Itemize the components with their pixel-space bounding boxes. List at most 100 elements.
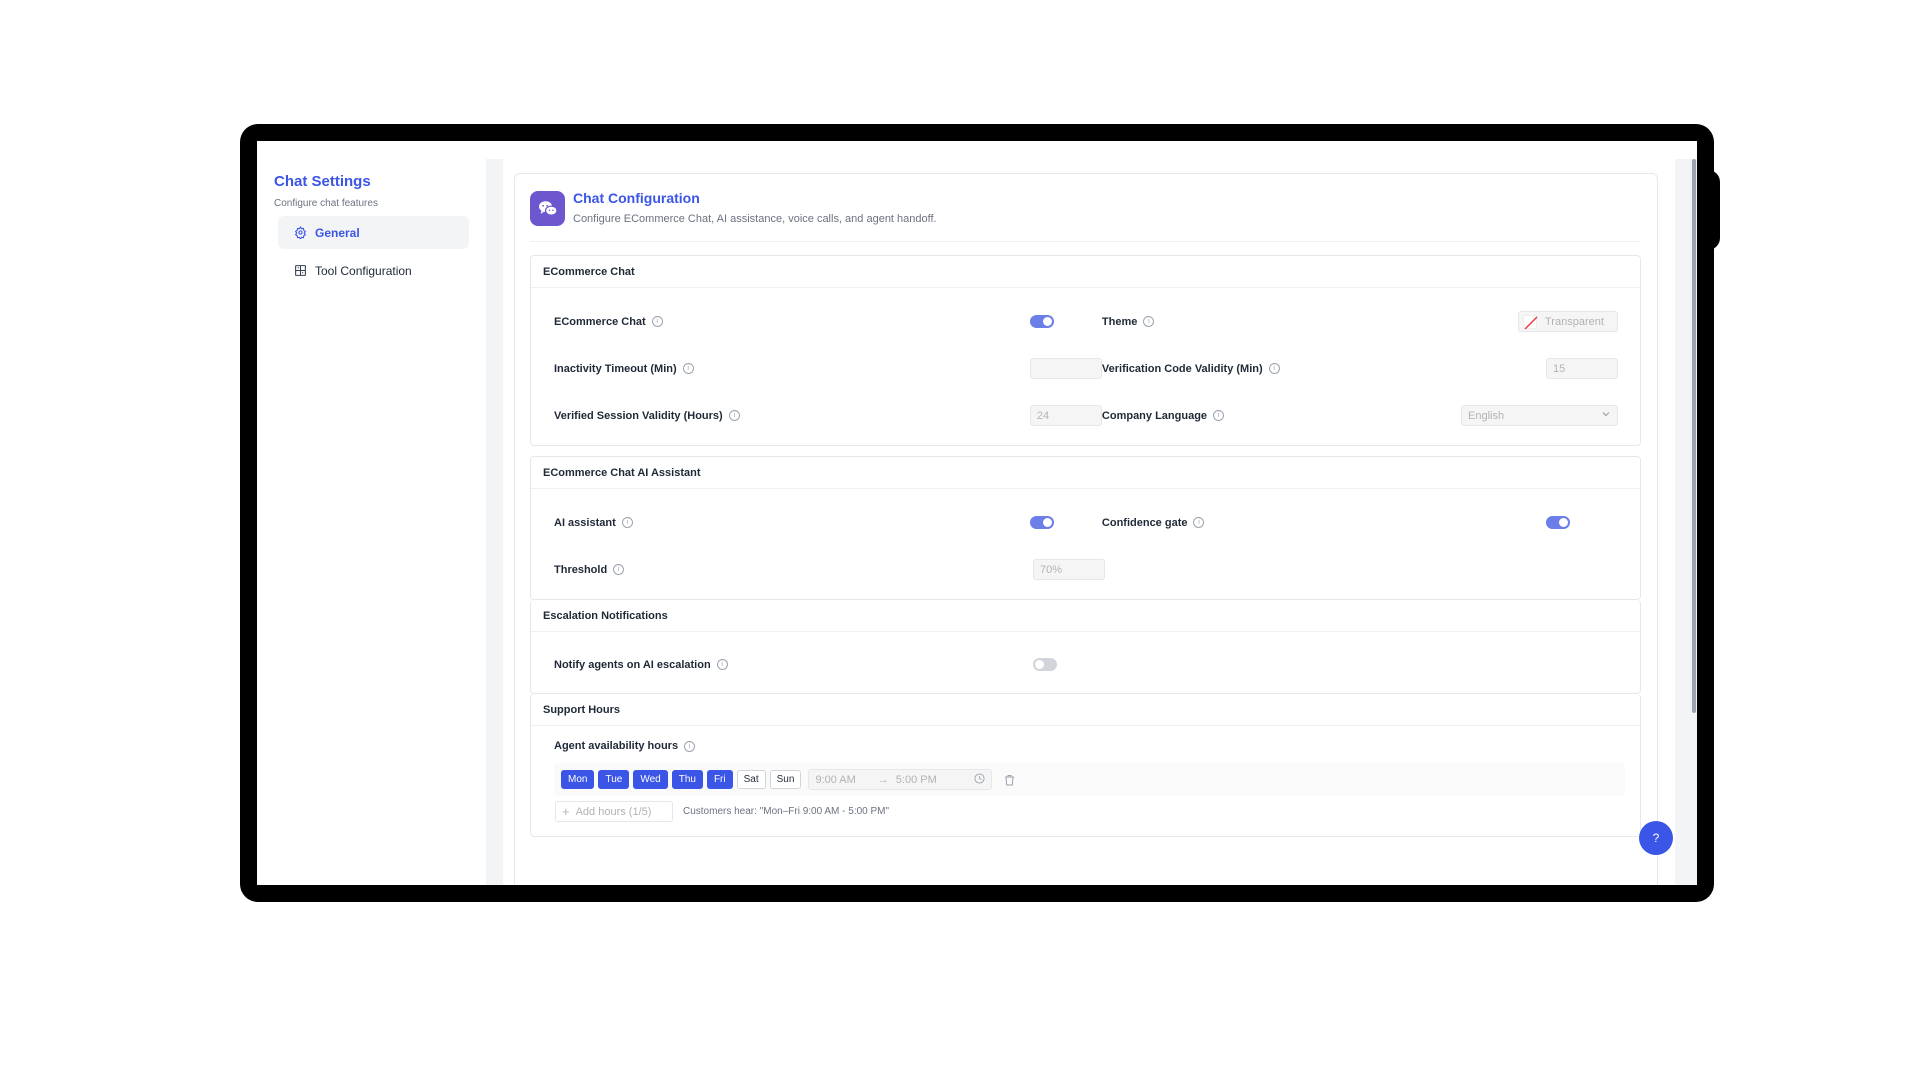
section-heading: Escalation Notifications	[531, 600, 1640, 632]
page-subtitle: Configure ECommerce Chat, AI assistance,…	[573, 213, 937, 225]
day-toggle-fri[interactable]: Fri	[706, 770, 733, 789]
setting-label: Company Language	[1101, 409, 1208, 422]
time-range-picker[interactable]: 9:00 AM → 5:00 PM	[808, 769, 993, 790]
section-heading: Support Hours	[531, 694, 1640, 726]
section-body: Agent availability hours i Mon Tue Wed Th…	[531, 726, 1640, 836]
info-icon[interactable]: i	[621, 517, 633, 528]
ecommerce-chat-toggle[interactable]	[1029, 315, 1054, 328]
sidebar-item-tool-configuration[interactable]: Tool Configuration	[278, 254, 469, 287]
app-screen: Chat Settings Configure chat features Ge…	[257, 141, 1697, 885]
trash-icon[interactable]	[1004, 774, 1015, 786]
settings-row: Verified Session Validity (Hours) i 24 Co…	[554, 392, 1618, 439]
setting-threshold: Threshold i 70%	[554, 559, 1105, 580]
end-time: 5:00 PM	[895, 773, 937, 786]
sidebar: Chat Settings Configure chat features Ge…	[257, 141, 486, 885]
settings-row: Notify agents on AI escalation i	[554, 642, 1618, 687]
day-toggle-wed[interactable]: Wed	[633, 770, 668, 789]
sidebar-item-label: General	[315, 225, 360, 240]
device-side-button	[1700, 170, 1720, 250]
chat-bubbles-icon	[530, 191, 565, 226]
settings-row: ECommerce Chat i Theme i Transparent	[554, 298, 1618, 345]
setting-label: ECommerce Chat	[554, 315, 646, 328]
clock-icon	[974, 772, 985, 787]
theme-value: Transparent	[1545, 315, 1604, 328]
setting-theme: Theme i Transparent	[1102, 311, 1618, 332]
gear-icon	[294, 226, 307, 239]
add-hours-row: + Add hours (1/5) Customers hear: "Mon–F…	[554, 801, 1618, 822]
section-heading: ECommerce Chat AI Assistant	[531, 457, 1640, 489]
setting-label: Verification Code Validity (Min)	[1101, 362, 1263, 375]
day-toggle-sun[interactable]: Sun	[769, 770, 802, 789]
verification-code-validity-input[interactable]: 15	[1546, 358, 1618, 379]
day-toggle-sat[interactable]: Sat	[736, 770, 766, 789]
grid-icon	[294, 264, 307, 277]
info-icon[interactable]: i	[716, 659, 728, 670]
setting-label: Notify agents on AI escalation	[554, 658, 711, 671]
start-time: 9:00 AM	[815, 773, 856, 786]
hours-slot-row: Mon Tue Wed Thu Fri Sat Sun 9:00 AM → 5:…	[554, 763, 1625, 796]
arrow-right-icon: →	[877, 773, 889, 786]
info-icon[interactable]: i	[1213, 410, 1225, 421]
section-heading: ECommerce Chat	[531, 256, 1640, 288]
setting-ecommerce-chat: ECommerce Chat i	[554, 315, 1102, 328]
info-icon[interactable]: i	[684, 740, 696, 752]
setting-label: Inactivity Timeout (Min)	[554, 362, 677, 375]
transparent-swatch-icon	[1523, 314, 1538, 330]
theme-picker-button[interactable]: Transparent	[1518, 311, 1618, 332]
info-icon[interactable]: i	[1143, 316, 1155, 327]
sidebar-item-general[interactable]: General	[278, 216, 469, 249]
section-escalation-notifications: Escalation Notifications Notify agents o…	[530, 600, 1641, 694]
info-icon[interactable]: i	[1193, 517, 1205, 528]
setting-confidence-gate: Confidence gate i	[1102, 516, 1618, 529]
plus-icon: +	[562, 804, 570, 819]
section-ai-assistant: ECommerce Chat AI Assistant AI assistant…	[530, 456, 1641, 600]
company-language-select[interactable]: English	[1461, 405, 1618, 426]
setting-label: Theme	[1101, 315, 1138, 328]
inactivity-timeout-input[interactable]	[1029, 358, 1102, 379]
section-body: Notify agents on AI escalation i	[531, 632, 1640, 693]
verified-session-validity-input[interactable]: 24	[1029, 405, 1102, 426]
setting-inactivity-timeout: Inactivity Timeout (Min) i	[554, 358, 1102, 379]
settings-row: Inactivity Timeout (Min) i Verification C…	[554, 345, 1618, 392]
day-toggle-tue[interactable]: Tue	[598, 770, 630, 789]
hours-preview-text: Customers hear: "Mon–Fri 9:00 AM - 5:00 …	[683, 806, 890, 817]
sidebar-subtitle: Configure chat features	[274, 198, 378, 209]
notify-agents-toggle[interactable]	[1033, 658, 1057, 671]
section-support-hours: Support Hours Agent availability hours i …	[530, 694, 1641, 837]
chat-configuration-panel: Chat Configuration Configure ECommerce C…	[514, 173, 1658, 885]
content-gutter	[486, 159, 503, 885]
info-icon[interactable]: i	[1268, 363, 1280, 374]
settings-row: Threshold i 70%	[554, 546, 1618, 593]
setting-label: AI assistant	[554, 516, 616, 529]
help-button[interactable]: ?	[1639, 821, 1673, 855]
info-icon[interactable]: i	[651, 316, 663, 327]
info-icon[interactable]: i	[682, 363, 694, 374]
setting-label: Confidence gate	[1101, 516, 1188, 529]
confidence-gate-toggle[interactable]	[1546, 516, 1570, 529]
info-icon[interactable]: i	[613, 564, 625, 575]
setting-verified-session-validity: Verified Session Validity (Hours) i 24	[554, 405, 1102, 426]
day-toggle-thu[interactable]: Thu	[671, 770, 703, 789]
setting-company-language: Company Language i English	[1102, 405, 1618, 426]
sidebar-title: Chat Settings	[274, 173, 371, 190]
scrollbar-thumb[interactable]	[1692, 159, 1696, 713]
info-icon[interactable]: i	[728, 410, 740, 421]
panel-header-text: Chat Configuration Configure ECommerce C…	[573, 188, 937, 225]
add-hours-button[interactable]: + Add hours (1/5)	[555, 801, 673, 822]
sidebar-item-label: Tool Configuration	[315, 263, 412, 278]
settings-row: AI assistant i Confidence gate i	[554, 499, 1618, 546]
setting-label: Agent availability hours	[554, 740, 679, 752]
add-hours-label: Add hours (1/5)	[575, 805, 652, 818]
device-frame: Chat Settings Configure chat features Ge…	[240, 124, 1714, 902]
day-toggle-mon[interactable]: Mon	[561, 770, 595, 789]
setting-label: Verified Session Validity (Hours)	[554, 409, 723, 422]
panel-header: Chat Configuration Configure ECommerce C…	[530, 188, 1641, 242]
threshold-input[interactable]: 70%	[1033, 559, 1105, 580]
setting-notify-agents: Notify agents on AI escalation i	[554, 658, 1105, 671]
ai-assistant-toggle[interactable]	[1029, 516, 1054, 529]
chevron-down-icon	[1601, 409, 1611, 422]
setting-label: Threshold	[554, 563, 608, 576]
select-value: English	[1468, 409, 1505, 422]
section-body: ECommerce Chat i Theme i Transparent Ina…	[531, 288, 1640, 445]
setting-ai-assistant: AI assistant i	[554, 516, 1102, 529]
